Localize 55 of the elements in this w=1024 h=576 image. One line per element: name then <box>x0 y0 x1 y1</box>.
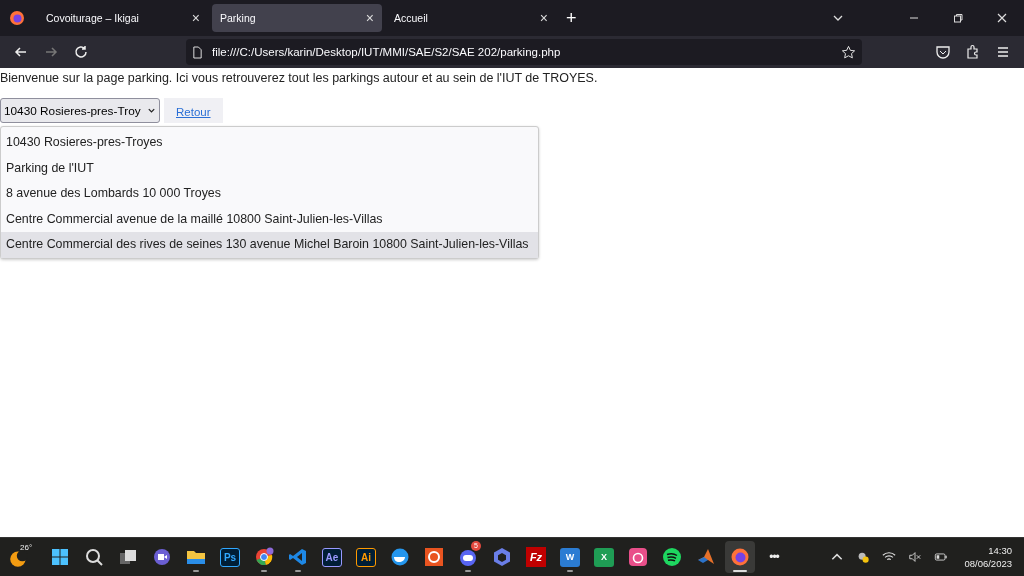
app-icon: Fz <box>526 547 546 567</box>
taskbar-button[interactable] <box>725 541 755 573</box>
chat-icon <box>458 547 478 567</box>
dropdown-option[interactable]: 10430 Rosieres-pres-Troyes <box>1 130 538 156</box>
parking-select[interactable]: 10430 Rosieres-pres-Troy <box>0 98 160 123</box>
search-icon <box>84 547 104 567</box>
windows-icon <box>50 547 70 567</box>
restore-icon[interactable] <box>952 12 964 24</box>
new-tab-button[interactable]: + <box>566 7 577 29</box>
browser-tab[interactable]: Parking × <box>212 4 382 32</box>
ring-icon <box>424 547 444 567</box>
code-editor-icon <box>288 547 308 567</box>
video-chat-icon <box>152 547 172 567</box>
app-icon: Ps <box>220 547 240 567</box>
taskbar-button[interactable]: Ai <box>351 541 381 573</box>
taskbar-button[interactable]: Ps <box>215 541 245 573</box>
taskbar-button[interactable]: Ae <box>317 541 347 573</box>
browser-tab[interactable]: Accueil × <box>386 4 556 32</box>
close-icon[interactable]: × <box>539 10 548 26</box>
task-view-icon <box>118 547 138 567</box>
clock[interactable]: 14:30 08/06/2023 <box>964 544 1012 570</box>
more-icon: ••• <box>769 550 779 564</box>
menu-icon[interactable] <box>995 44 1011 60</box>
taskbar-button[interactable]: W <box>555 541 585 573</box>
hexagon-icon <box>492 547 512 567</box>
browser-tab[interactable]: Covoiturage – Ikigai × <box>38 4 208 32</box>
dropdown-option[interactable]: Parking de l'IUT <box>1 155 538 182</box>
app-icon: Ai <box>356 547 376 567</box>
document-icon: X <box>594 547 614 567</box>
file-icon <box>192 45 203 59</box>
chevron-down-icon <box>147 106 156 115</box>
address-bar[interactable]: file:///C:/Users/karin/Desktop/IUT/MMI/SAE/S2/SAE 202/parking.php <box>186 39 862 65</box>
peak-icon <box>696 547 716 567</box>
intro-text: Bienvenue sur la page parking. Ici vous retrouverez tout les parkings autour et au sein de l'IUT de TROYES. <box>0 71 599 85</box>
dropdown-option[interactable]: Centre Commercial des rives de seines 130 avenue Michel Baroin 10800 Saint-Julien-les-Villas <box>1 232 538 258</box>
music-icon <box>662 547 682 567</box>
close-icon[interactable] <box>996 12 1008 24</box>
muted-speaker-icon[interactable] <box>908 550 923 564</box>
taskbar-button[interactable]: ••• <box>759 541 789 573</box>
dropdown-option[interactable]: 8 avenue des Lombards 10 000 Troyes <box>1 181 538 207</box>
close-icon[interactable]: × <box>191 10 200 26</box>
browser-logo-icon <box>9 10 25 26</box>
document-icon: W <box>560 547 580 567</box>
battery-icon[interactable] <box>934 550 949 564</box>
browser-icon <box>730 547 750 567</box>
star-icon[interactable] <box>841 44 856 60</box>
reload-icon[interactable] <box>73 44 89 60</box>
close-icon[interactable]: × <box>365 10 374 26</box>
taskbar-button[interactable]: Fz <box>521 541 551 573</box>
temperature-text: 26° <box>20 543 33 552</box>
puzzle-icon[interactable] <box>965 44 981 60</box>
shield-icon[interactable] <box>935 44 951 60</box>
app-icon: Ae <box>322 547 342 567</box>
dropdown-option[interactable]: Centre Commercial avenue de la maillé 10800 Saint-Julien-les-Villas <box>1 206 538 233</box>
browser-icon <box>254 547 274 567</box>
